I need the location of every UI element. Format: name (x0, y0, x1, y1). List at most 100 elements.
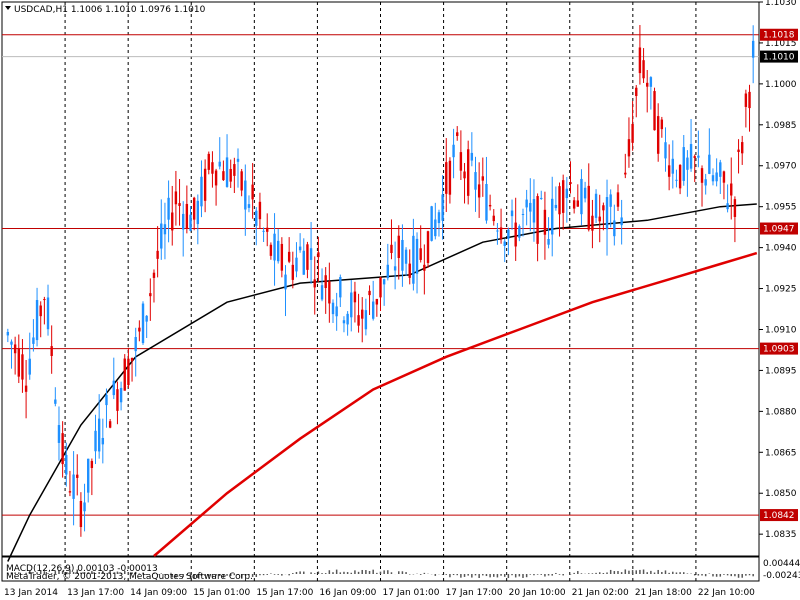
candle-body (613, 220, 616, 237)
candle-body (375, 298, 379, 305)
candle-body (291, 264, 295, 280)
candle-body (108, 421, 112, 428)
candle-body (445, 162, 448, 194)
candle-body (751, 40, 755, 58)
candle-body (423, 264, 426, 271)
candle-body (105, 394, 108, 406)
candle-body (178, 203, 181, 206)
candle-body (624, 172, 627, 175)
candle-body (247, 204, 251, 208)
candle-body (46, 297, 50, 330)
candle-body (298, 246, 302, 251)
level-tag-label: 1.0842 (763, 511, 795, 521)
candle-body (280, 243, 284, 271)
candle-body (390, 244, 393, 254)
macd-axis-top: 0.00444 (763, 559, 800, 569)
candle-body (481, 176, 485, 181)
candle-body (192, 197, 196, 220)
candle-body (404, 249, 408, 264)
candle-body (43, 299, 46, 301)
candle-body (266, 227, 269, 232)
candle-body (353, 291, 357, 303)
candle-body (741, 142, 744, 154)
price-chart: 1.10301.10151.10001.09851.09701.09551.09… (0, 0, 800, 600)
candle-body (605, 197, 609, 230)
time-tick-label: 15 Jan 17:00 (256, 588, 313, 598)
candle-body (357, 315, 360, 326)
candle-body (364, 310, 368, 330)
candle-body (233, 164, 236, 176)
candle-body (211, 162, 214, 174)
candle-body (379, 277, 382, 298)
candle-body (350, 292, 353, 318)
candle-body (583, 187, 587, 199)
candle-body (225, 157, 229, 187)
candle-body (189, 214, 192, 231)
candle-body (130, 357, 134, 361)
symbol-label: USDCAD,H1 1.1006 1.1010 1.0976 1.1010 (14, 5, 206, 15)
candle-body (287, 251, 291, 262)
candle-body (94, 430, 97, 452)
candle-body (116, 389, 119, 411)
time-tick-label: 15 Jan 01:00 (193, 588, 250, 598)
candle-body (309, 248, 313, 260)
candle-body (328, 281, 331, 304)
candle-body (459, 152, 463, 171)
candle-body (412, 235, 415, 284)
candle-body (163, 224, 167, 235)
candle-body (675, 179, 678, 181)
price-tick-label: 1.0925 (765, 285, 797, 295)
candle-body (174, 191, 178, 205)
candle-body (499, 227, 503, 239)
candle-body (196, 200, 200, 225)
candle-body (704, 179, 707, 186)
candle-body (72, 474, 75, 499)
candle-body (185, 203, 189, 229)
price-tick-label: 1.1000 (765, 80, 797, 90)
candle-body (141, 303, 145, 344)
candle-body (152, 272, 156, 278)
candle-body (488, 204, 492, 207)
candle-body (646, 82, 649, 87)
candle-body (306, 244, 309, 270)
candle-body (269, 244, 273, 256)
candle-body (507, 229, 510, 239)
candle-body (689, 144, 693, 169)
candle-body (21, 354, 24, 380)
candle-body (649, 77, 653, 87)
candle-body (331, 302, 335, 315)
candle-body (477, 184, 481, 198)
candle-body (76, 474, 79, 478)
candle-body (335, 306, 338, 317)
candle-body (24, 385, 28, 392)
candle-body (203, 168, 207, 201)
candle-body (6, 331, 10, 336)
candle-body (561, 180, 565, 213)
candle-body (171, 212, 174, 231)
candle-body (664, 142, 667, 159)
candle-body (554, 204, 558, 209)
time-tick-label: 16 Jan 09:00 (319, 588, 376, 598)
candle-body (448, 160, 452, 195)
price-tick-label: 1.0895 (765, 366, 797, 376)
candle-body (251, 184, 254, 200)
time-tick-label: 20 Jan 10:00 (509, 588, 566, 598)
price-tick-label: 1.0850 (765, 489, 797, 499)
candle-body (313, 279, 316, 288)
candle-body (200, 176, 203, 207)
candle-body (748, 91, 751, 109)
price-tick-label: 1.0835 (765, 530, 797, 540)
candle-body (302, 250, 305, 275)
candle-body (730, 183, 733, 196)
candle-body (112, 380, 115, 396)
candle-body (262, 230, 265, 232)
candle-body (222, 171, 225, 181)
candle-body (587, 185, 590, 230)
candle-body (386, 264, 390, 279)
price-tick-label: 1.0865 (765, 448, 797, 458)
candle-body (127, 358, 130, 386)
candle-body (733, 199, 737, 217)
chart-window: 1.1030 1.1015 1.1000 1.0985 1.0970 1.0955 1.09… (0, 0, 800, 600)
candle-body (496, 230, 499, 232)
price-tick-label: 1.0955 (765, 203, 797, 213)
